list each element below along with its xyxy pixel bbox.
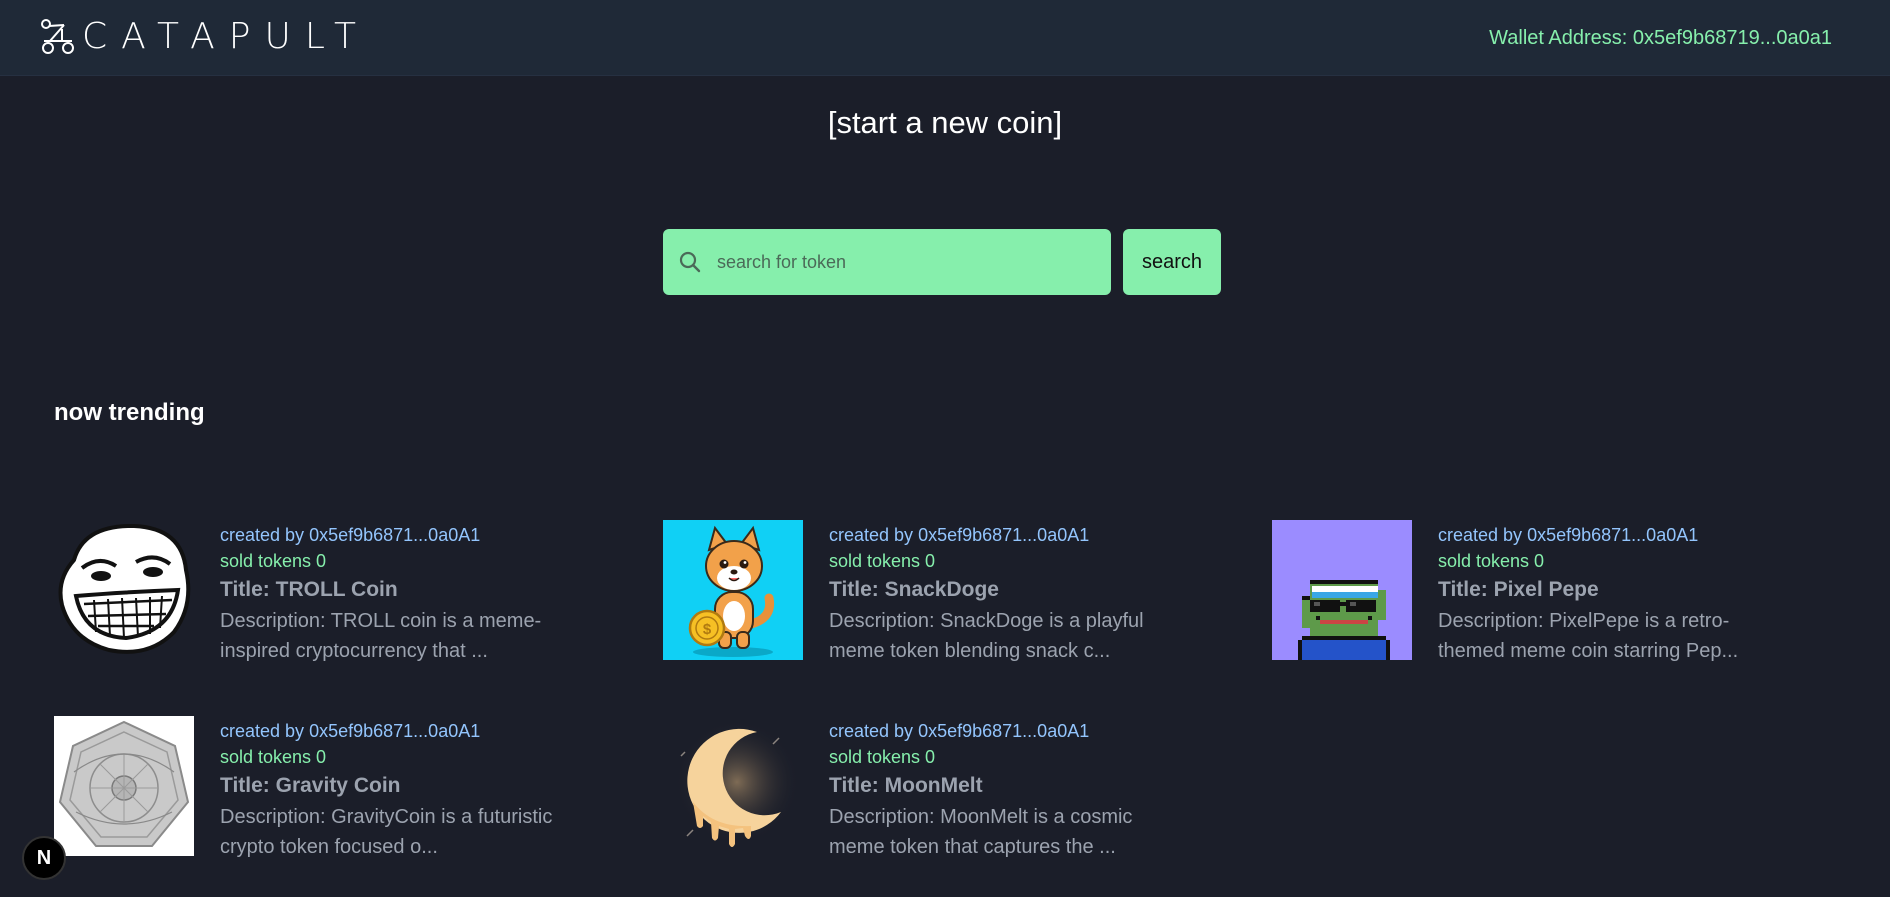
troll-face-image: [54, 520, 194, 660]
coin-card-moonmelt[interactable]: created by 0x5ef9b6871...0a0A1 sold toke…: [663, 716, 1223, 858]
creator-address: 0x5ef9b6871...0a0A1: [309, 721, 481, 741]
creator-label: created by: [1438, 525, 1523, 545]
coin-description-line2: inspired cryptocurrency that ...: [220, 640, 488, 662]
coin-image-snackdoge: $: [663, 520, 803, 660]
nextjs-dev-badge[interactable]: N: [22, 836, 66, 880]
coin-image-pixel-pepe: [1272, 520, 1412, 660]
coin-description-line1: Description: MoonMelt is a cosmic: [829, 806, 1133, 828]
start-new-coin-link[interactable]: [start a new coin]: [0, 105, 1890, 141]
coin-description-line1: Description: GravityCoin is a futuristic: [220, 806, 553, 828]
coin-description-line2: meme token blending snack c...: [829, 640, 1111, 662]
coin-card-pixel-pepe[interactable]: created by 0x5ef9b6871...0a0A1 sold toke…: [1272, 520, 1832, 662]
coin-title: Title: MoonMelt: [829, 774, 983, 797]
coin-card-gravity[interactable]: created by 0x5ef9b6871...0a0A1 sold toke…: [54, 716, 614, 858]
melting-moon-image: [663, 716, 803, 856]
creator-address: 0x5ef9b6871...0a0A1: [918, 525, 1090, 545]
coin-image-troll: [54, 520, 194, 660]
coin-creator: created by 0x5ef9b6871...0a0A1: [829, 522, 1209, 548]
top-navbar: CATAPULT Wallet Address: 0x5ef9b68719...…: [0, 0, 1890, 76]
coin-title: Title: TROLL Coin: [220, 578, 398, 601]
creator-address: 0x5ef9b6871...0a0A1: [1527, 525, 1699, 545]
coin-card-snackdoge[interactable]: $ created by 0x5ef9b6871...0a0A1 sold to…: [663, 520, 1223, 662]
wallet-address: Wallet Address: 0x5ef9b68719...0a0a1: [1489, 27, 1832, 50]
silver-coin-image: [54, 716, 194, 856]
svg-text:$: $: [703, 621, 712, 638]
search-button[interactable]: search: [1123, 229, 1221, 295]
coin-title: Title: Gravity Coin: [220, 774, 401, 797]
catapult-logo[interactable]: CATAPULT: [38, 16, 370, 57]
coin-creator: created by 0x5ef9b6871...0a0A1: [1438, 522, 1818, 548]
creator-label: created by: [829, 721, 914, 741]
search-input[interactable]: [715, 241, 1099, 283]
coin-creator: created by 0x5ef9b6871...0a0A1: [220, 522, 600, 548]
sold-tokens: sold tokens 0: [220, 551, 327, 571]
coin-title: Title: Pixel Pepe: [1438, 578, 1599, 601]
creator-label: created by: [220, 525, 305, 545]
creator-label: created by: [220, 721, 305, 741]
wallet-label: Wallet Address:: [1489, 27, 1628, 49]
coin-creator: created by 0x5ef9b6871...0a0A1: [220, 718, 600, 744]
coin-image-gravity: [54, 716, 194, 856]
sold-tokens: sold tokens 0: [220, 747, 327, 767]
search-icon: [679, 251, 701, 273]
coin-card-troll[interactable]: created by 0x5ef9b6871...0a0A1 sold toke…: [54, 520, 614, 662]
coin-description-line2: themed meme coin starring Pep...: [1438, 640, 1739, 662]
coin-title: Title: SnackDoge: [829, 578, 999, 601]
now-trending-heading: now trending: [54, 399, 205, 426]
coin-creator: created by 0x5ef9b6871...0a0A1: [829, 718, 1209, 744]
coin-description-line1: Description: TROLL coin is a meme-: [220, 610, 542, 632]
pixel-frog-image: [1272, 520, 1412, 660]
sold-tokens: sold tokens 0: [829, 747, 936, 767]
catapult-icon: [41, 18, 74, 54]
sold-tokens: sold tokens 0: [1438, 551, 1545, 571]
creator-address: 0x5ef9b6871...0a0A1: [918, 721, 1090, 741]
coin-image-moonmelt: [663, 716, 803, 856]
creator-label: created by: [829, 525, 914, 545]
logo-text: CATAPULT: [82, 16, 370, 57]
shiba-with-coin-image: $: [663, 520, 803, 660]
coin-description-line2: meme token that captures the ...: [829, 836, 1116, 858]
coin-description-line1: Description: PixelPepe is a retro-: [1438, 610, 1730, 632]
wallet-address-value: 0x5ef9b68719...0a0a1: [1632, 27, 1832, 49]
creator-address: 0x5ef9b6871...0a0A1: [309, 525, 481, 545]
sold-tokens: sold tokens 0: [829, 551, 936, 571]
coin-description-line1: Description: SnackDoge is a playful: [829, 610, 1144, 632]
search-field[interactable]: [663, 229, 1111, 295]
coin-description-line2: crypto token focused o...: [220, 836, 438, 858]
